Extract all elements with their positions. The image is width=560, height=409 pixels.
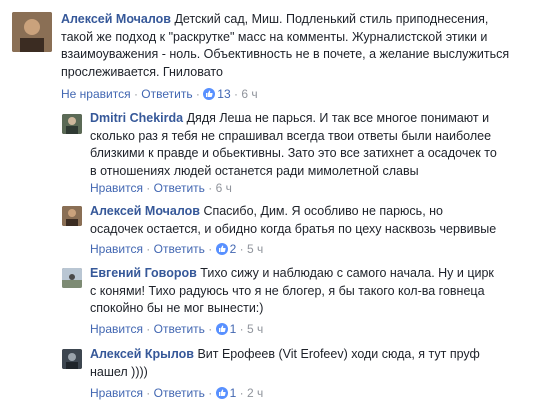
- reply-comment: Алексей Крылов Вит Ерофеев (Vit Erofeev)…: [0, 343, 560, 409]
- comment-actions: Нравится · Ответить · 1 · 2 ч: [90, 385, 263, 401]
- thumbs-up-icon[interactable]: [215, 243, 228, 255]
- like-button[interactable]: Нравится: [90, 242, 143, 256]
- reply-comment: Алексей Мочалов Спасибо, Дим. Я особливо…: [0, 200, 560, 260]
- timestamp[interactable]: 2 ч: [247, 386, 263, 400]
- comment-text-line: с конями! Тихо радуюсь что я не блогер, …: [90, 283, 485, 298]
- comment-actions: Не нравится · Ответить · 13 · 6 ч: [61, 86, 258, 102]
- comment-text-line: взаимоуважения - ноль. Объективность не …: [61, 47, 510, 61]
- like-count[interactable]: 2: [230, 242, 237, 256]
- reply-button[interactable]: Ответить: [154, 386, 205, 400]
- comment-actions: Нравится · Ответить · 2 · 5 ч: [90, 241, 263, 257]
- comment-text-line: такой же подход к "раскрутке" масс на ко…: [61, 29, 488, 44]
- like-button[interactable]: Нравится: [90, 386, 143, 400]
- timestamp[interactable]: 5 ч: [247, 242, 263, 256]
- comment-text-line: сколько раз я тебя не спрашивал всегда т…: [90, 128, 492, 143]
- reply-comment: Евгений Говоров Тихо сижу и наблюдаю с с…: [0, 262, 560, 342]
- avatar-photo-icon: [12, 12, 52, 52]
- separator: ·: [239, 322, 244, 336]
- comment-author[interactable]: Алексей Мочалов: [90, 204, 200, 218]
- separator: ·: [195, 87, 200, 101]
- like-count[interactable]: 1: [230, 386, 237, 400]
- comment-text-line: прослеживается. Гниловато: [61, 64, 223, 79]
- comment-author[interactable]: Алексей Мочалов: [61, 12, 171, 26]
- comment-body: Евгений Говоров Тихо сижу и наблюдаю с с…: [90, 265, 552, 318]
- comment-text-line: Дядя Леша не парься. И так все многое по…: [186, 111, 490, 125]
- comment-text-line: Детский сад, Миш. Подленький стиль припо…: [174, 12, 489, 26]
- reply-button[interactable]: Ответить: [154, 181, 205, 195]
- comment-actions: Нравится · Ответить · 1 · 5 ч: [90, 321, 263, 337]
- like-count[interactable]: 13: [217, 87, 230, 101]
- separator: ·: [133, 87, 138, 101]
- comment-author[interactable]: Евгений Говоров: [90, 266, 197, 280]
- reply-button[interactable]: Ответить: [141, 87, 192, 101]
- separator: ·: [208, 322, 213, 336]
- comment-text-line: близкими к правде и обьективны. Зато это…: [90, 146, 497, 160]
- avatar[interactable]: [62, 349, 82, 369]
- separator: ·: [233, 87, 238, 101]
- reply-comment: Dmitri Chekirda Дядя Леша не парься. И т…: [0, 106, 560, 196]
- timestamp[interactable]: 6 ч: [216, 181, 232, 195]
- separator: ·: [208, 386, 213, 400]
- like-button[interactable]: Нравится: [90, 181, 143, 195]
- thumbs-up-icon[interactable]: [215, 323, 228, 335]
- thumbs-up-icon[interactable]: [203, 88, 216, 100]
- comment-text-line: в отношениях людей останется ради мимоле…: [90, 163, 419, 178]
- like-button[interactable]: Нравится: [90, 322, 143, 336]
- avatar-photo-icon: [62, 206, 82, 226]
- comment-text-line: Тихо сижу и наблюдаю с самого начала. Ну…: [200, 266, 494, 280]
- comment-actions: Нравится · Ответить · 6 ч: [90, 180, 232, 196]
- comment-body: Dmitri Chekirda Дядя Леша не парься. И т…: [90, 110, 552, 180]
- comment-body: Алексей Мочалов Спасибо, Дим. Я особливо…: [90, 203, 552, 238]
- comment: Алексей Мочалов Детский сад, Миш. Подлен…: [0, 0, 560, 110]
- separator: ·: [146, 181, 151, 195]
- avatar[interactable]: [62, 268, 82, 288]
- avatar[interactable]: [62, 114, 82, 134]
- separator: ·: [239, 242, 244, 256]
- comment-author[interactable]: Dmitri Chekirda: [90, 111, 183, 125]
- comment-body: Алексей Мочалов Детский сад, Миш. Подлен…: [61, 11, 551, 81]
- timestamp[interactable]: 5 ч: [247, 322, 263, 336]
- avatar[interactable]: [62, 206, 82, 226]
- like-count[interactable]: 1: [230, 322, 237, 336]
- separator: ·: [146, 386, 151, 400]
- comment-text-line: нашел )))): [90, 364, 148, 379]
- separator: ·: [208, 181, 213, 195]
- comment-author[interactable]: Алексей Крылов: [90, 347, 194, 361]
- avatar-photo-icon: [62, 349, 82, 369]
- comment-body: Алексей Крылов Вит Ерофеев (Vit Erofeev)…: [90, 346, 552, 381]
- reply-button[interactable]: Ответить: [154, 242, 205, 256]
- avatar-photo-icon: [62, 114, 82, 134]
- comment-text-line: Вит Ерофеев (Vit Erofeev) ходи сюда, я т…: [197, 347, 480, 361]
- comment-text-line: осадочек остается, и обидно когда братья…: [90, 221, 497, 236]
- separator: ·: [146, 242, 151, 256]
- comment-text-line: Спасибо, Дим. Я особливо не парюсь, но: [203, 204, 443, 218]
- thumbs-up-icon[interactable]: [215, 387, 228, 399]
- like-button[interactable]: Не нравится: [61, 87, 131, 101]
- separator: ·: [208, 242, 213, 256]
- separator: ·: [239, 386, 244, 400]
- timestamp[interactable]: 6 ч: [241, 87, 257, 101]
- separator: ·: [146, 322, 151, 336]
- avatar[interactable]: [12, 12, 52, 52]
- avatar-photo-icon: [62, 268, 82, 288]
- reply-button[interactable]: Ответить: [154, 322, 205, 336]
- comment-text-line: спокойно бы не мог вынести:): [90, 301, 264, 315]
